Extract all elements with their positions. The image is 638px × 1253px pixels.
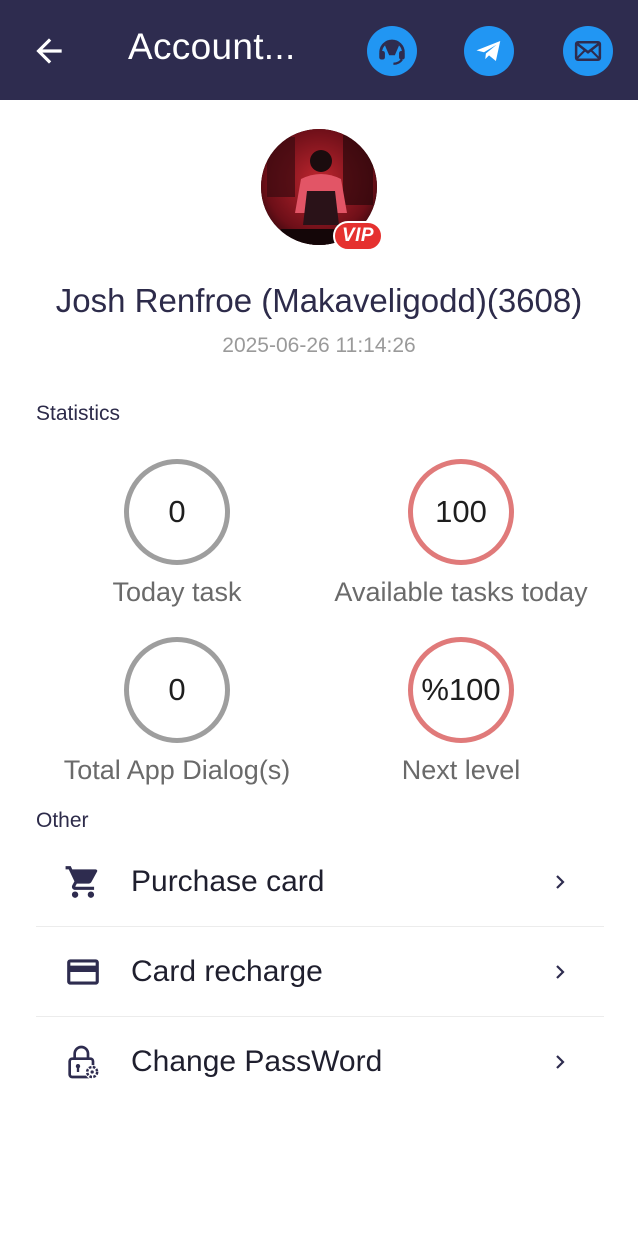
stat-label: Total App Dialog(s) [63, 755, 291, 785]
app-bar: Account... [0, 0, 638, 100]
menu-label: Change PassWord [131, 1045, 383, 1078]
menu-label: Card recharge [131, 954, 323, 988]
chevron-right-icon [548, 1050, 572, 1074]
other-heading: Other [36, 809, 89, 832]
stat-label: Today task [112, 577, 242, 607]
chevron-right-icon [548, 870, 572, 894]
stat-today-task: 0 Today task [27, 459, 327, 608]
menu-item-purchase-card[interactable]: Purchase card [36, 837, 604, 927]
page-title: Account... [128, 26, 296, 67]
stat-next-level: %100 Next level [311, 637, 611, 786]
menu-item-card-recharge[interactable]: Card recharge [36, 927, 604, 1017]
lock-settings-icon [63, 1042, 103, 1082]
user-name: Josh Renfroe (Makaveligodd)(3608) [55, 282, 583, 319]
menu-label: Purchase card [131, 864, 325, 898]
credit-card-icon [63, 952, 103, 992]
chevron-right-icon [548, 960, 572, 984]
cart-icon [63, 862, 103, 902]
customer-service-icon[interactable] [367, 26, 417, 76]
stat-value-ring: 0 [124, 459, 230, 565]
back-arrow-icon[interactable] [30, 32, 68, 70]
statistics-heading: Statistics [36, 402, 121, 425]
stat-value-ring: 100 [408, 459, 514, 565]
stat-value-ring: 0 [124, 637, 230, 743]
avatar-container: VIP [261, 129, 383, 251]
stat-label: Available tasks today [334, 577, 588, 607]
stat-total-app-dialogs: 0 Total App Dialog(s) [27, 637, 327, 786]
stat-available-tasks: 100 Available tasks today [311, 459, 611, 608]
menu-item-change-password[interactable]: Change PassWord [36, 1017, 604, 1107]
telegram-icon[interactable] [464, 26, 514, 76]
vip-badge: VIP [333, 221, 383, 251]
mail-icon[interactable] [563, 26, 613, 76]
user-datetime: 2025-06-26 11:14:26 [222, 334, 416, 357]
stat-value-ring: %100 [408, 637, 514, 743]
stat-label: Next level [401, 755, 521, 785]
